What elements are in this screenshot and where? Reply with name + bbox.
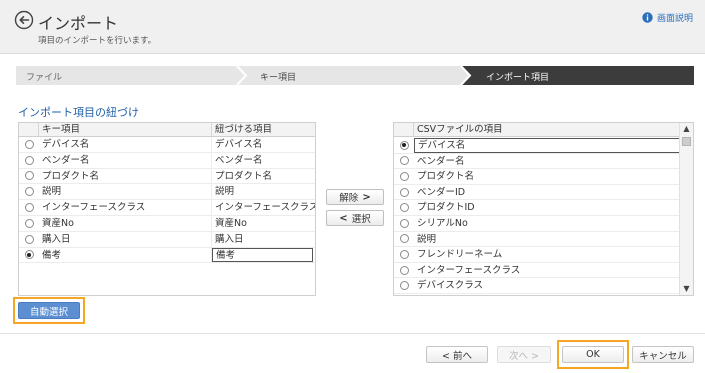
list-item-selected[interactable]: デバイス名 [394,138,680,154]
row-radio[interactable] [399,187,409,197]
row-radio[interactable] [399,203,409,213]
step-file: ファイル [26,73,63,83]
step-key-items: キー項目 [260,73,297,83]
table-row[interactable]: 購入日 購入日 [19,231,315,248]
list-item[interactable]: プロダクト名 [394,169,680,185]
step-arrows [16,66,694,85]
chevron-right-icon: > [362,191,371,203]
section-title: インポート項目の紐づけ [18,106,139,119]
page-title: インポート [38,14,119,33]
grid-header: CSVファイルの項目 [394,123,680,137]
release-button[interactable]: 解除 > [326,189,384,205]
table-row[interactable]: 説明 説明 [19,184,315,201]
step-import-items: インポート項目 [486,73,550,83]
back-arrow-icon[interactable] [14,10,34,30]
row-radio[interactable] [399,234,409,244]
help-label: 画面説明 [656,14,693,24]
row-radio[interactable] [399,281,409,291]
table-row[interactable]: インターフェースクラス インターフェースクラス [19,200,315,216]
list-item[interactable]: ベンダー名 [394,154,680,170]
scroll-thumb[interactable] [682,137,691,146]
list-item[interactable]: デバイスクラス [394,278,680,294]
step-indicator: ファイル キー項目 インポート項目 [16,66,694,85]
page-subtitle: 項目のインポートを行います。 [38,36,157,46]
list-item[interactable]: プロダクトID [394,200,680,216]
header-mapped-item: 紐づける項目 [215,124,273,135]
row-radio[interactable] [399,156,409,166]
vertical-scrollbar[interactable]: ▲ ▼ [679,123,693,295]
csv-fields-grid: CSVファイルの項目 デバイス名 ベンダー名 プロダクト名 ベンダーID プロダ… [393,122,694,296]
row-radio[interactable] [24,203,34,213]
next-button[interactable]: 次へ > [497,346,551,363]
row-radio[interactable] [399,265,409,275]
list-item[interactable]: 説明 [394,232,680,248]
row-radio[interactable] [399,171,409,181]
row-radio[interactable] [24,234,34,244]
footer-divider [0,333,705,334]
page-header: インポート 項目のインポートを行います。 画面説明 [0,0,705,54]
list-item[interactable]: ベンダーID [394,185,680,201]
row-radio[interactable] [24,139,34,149]
table-row[interactable]: プロダクト名 プロダクト名 [19,168,315,185]
table-row-selected[interactable]: 備考 備考 [19,247,315,264]
row-radio-checked[interactable] [399,140,409,150]
auto-select-highlight: 自動選択 [13,297,85,324]
auto-select-button[interactable]: 自動選択 [18,302,80,319]
list-item[interactable] [394,294,680,295]
prev-button[interactable]: < 前へ [426,346,488,363]
table-row[interactable]: デバイス名 デバイス名 [19,137,315,153]
row-radio[interactable] [24,171,34,181]
ok-button[interactable]: OK [562,346,624,363]
row-radio[interactable] [24,218,34,228]
mapped-cell-editing[interactable]: 備考 [212,247,313,263]
table-row[interactable]: ベンダー名 ベンダー名 [19,152,315,169]
list-item[interactable]: インターフェースクラス [394,263,680,279]
table-row[interactable]: 資産No 資産No [19,215,315,232]
info-icon [642,12,653,23]
scroll-up-icon[interactable]: ▲ [680,123,693,135]
list-item[interactable]: シリアルNo [394,216,680,232]
select-button[interactable]: < 選択 [326,210,384,226]
grid-header: キー項目 紐づける項目 [19,123,315,137]
row-radio[interactable] [24,187,34,197]
cancel-button[interactable]: キャンセル [632,346,694,363]
row-radio[interactable] [24,155,34,165]
key-mapping-grid: キー項目 紐づける項目 デバイス名 デバイス名 ベンダー名 ベンダー名 プロダク… [18,122,316,296]
row-radio-checked[interactable] [24,250,34,260]
row-radio[interactable] [399,218,409,228]
scroll-down-icon[interactable]: ▼ [680,283,693,295]
header-csv-item: CSVファイルの項目 [417,124,503,135]
csv-fields-list: デバイス名 ベンダー名 プロダクト名 ベンダーID プロダクトID シリアルNo… [394,138,680,295]
row-radio[interactable] [399,249,409,259]
header-key-item: キー項目 [39,123,212,136]
help-link[interactable]: 画面説明 [642,11,693,24]
chevron-left-icon: < [339,212,348,224]
list-item[interactable]: フレンドリーネーム [394,247,680,263]
